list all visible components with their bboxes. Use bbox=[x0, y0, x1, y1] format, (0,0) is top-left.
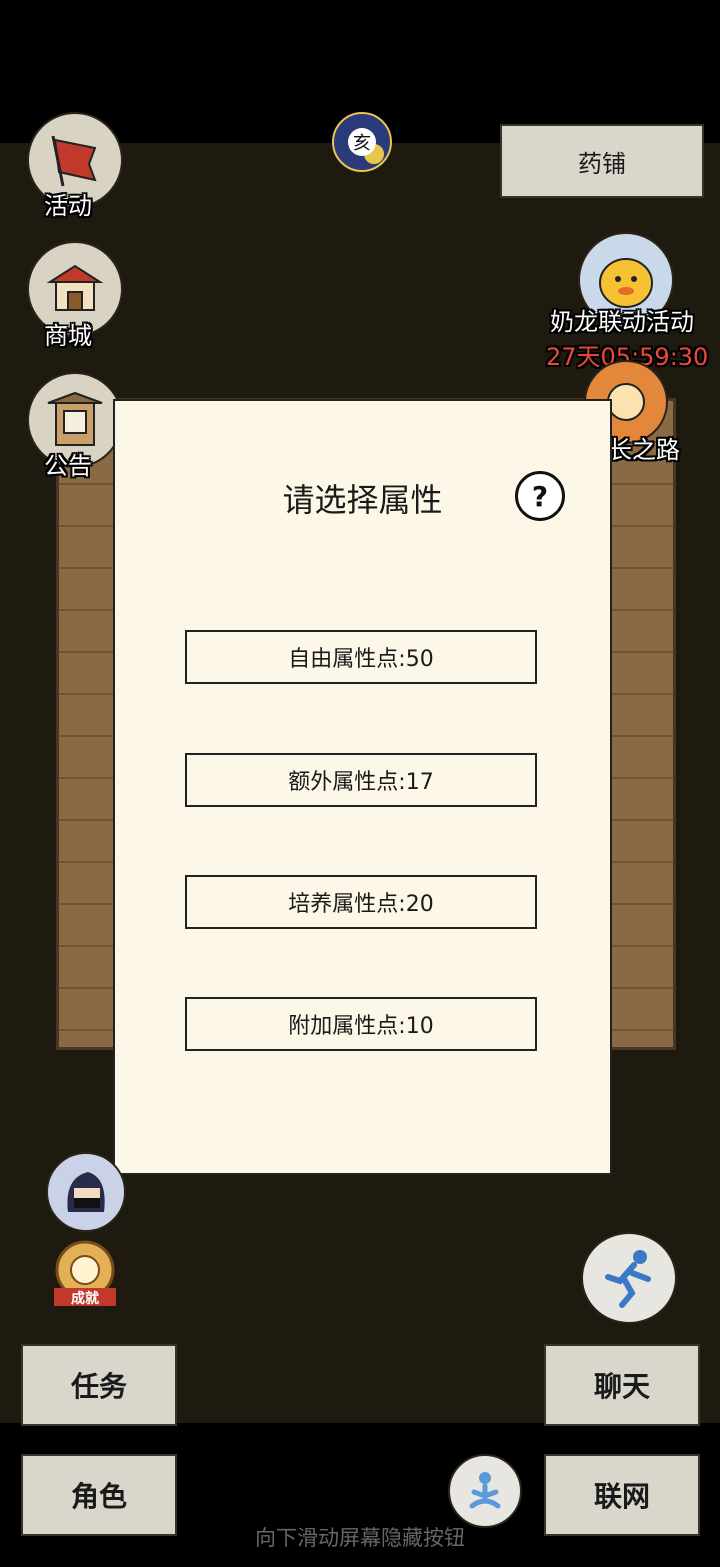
achievement-label: 成就 bbox=[71, 1291, 99, 1307]
character-button-label: 角色 bbox=[70, 1480, 127, 1513]
time-badge[interactable]: 亥 bbox=[332, 112, 392, 172]
store-label: 商城 bbox=[44, 322, 92, 350]
ninja-avatar-icon bbox=[67, 1172, 105, 1212]
notice-label: 公告 bbox=[44, 452, 92, 480]
training-attribute-points-label: 培养属性点:20 bbox=[288, 892, 434, 917]
flag-icon bbox=[51, 135, 97, 187]
free-attribute-points-label: 自由属性点:50 bbox=[288, 647, 434, 672]
help-icon: ? bbox=[531, 479, 549, 513]
pharmacy-button-label: 药铺 bbox=[578, 149, 626, 178]
growth-road-label: 长之路 bbox=[608, 436, 680, 464]
hide-buttons-hint: 向下滑动屏幕隐藏按钮 bbox=[255, 1526, 465, 1550]
task-button[interactable]: 任务 bbox=[21, 1344, 177, 1426]
notice-board-icon bbox=[47, 391, 103, 446]
help-button[interactable]: ? bbox=[515, 471, 565, 521]
achievement-button[interactable]: 成就 bbox=[44, 1238, 126, 1310]
meditation-icon bbox=[469, 1472, 501, 1509]
extra-attribute-points-label: 额外属性点:17 bbox=[288, 770, 434, 795]
running-figure-icon bbox=[605, 1250, 651, 1308]
chat-button-label: 聊天 bbox=[593, 1370, 650, 1403]
network-button-label: 联网 bbox=[593, 1480, 650, 1513]
run-button[interactable] bbox=[581, 1232, 677, 1324]
time-badge-label: 亥 bbox=[348, 128, 376, 156]
store-icon bbox=[46, 264, 104, 311]
attribute-dialog: 请选择属性 ? 自由属性点:50 额外属性点:17 培养属性点:20 附加属性点… bbox=[113, 399, 612, 1175]
chat-button[interactable]: 聊天 bbox=[544, 1344, 700, 1426]
bonus-attribute-points-button[interactable]: 附加属性点:10 bbox=[185, 997, 537, 1051]
activity-label: 活动 bbox=[44, 192, 92, 220]
character-avatar[interactable] bbox=[46, 1152, 126, 1232]
free-attribute-points-button[interactable]: 自由属性点:50 bbox=[185, 630, 537, 684]
bonus-attribute-points-label: 附加属性点:10 bbox=[288, 1014, 434, 1039]
meditate-button[interactable] bbox=[448, 1454, 522, 1528]
event-label: 奶龙联动活动 bbox=[550, 308, 694, 336]
pharmacy-button[interactable]: 药铺 bbox=[500, 124, 704, 198]
extra-attribute-points-button[interactable]: 额外属性点:17 bbox=[185, 753, 537, 807]
training-attribute-points-button[interactable]: 培养属性点:20 bbox=[185, 875, 537, 929]
task-button-label: 任务 bbox=[70, 1370, 127, 1403]
